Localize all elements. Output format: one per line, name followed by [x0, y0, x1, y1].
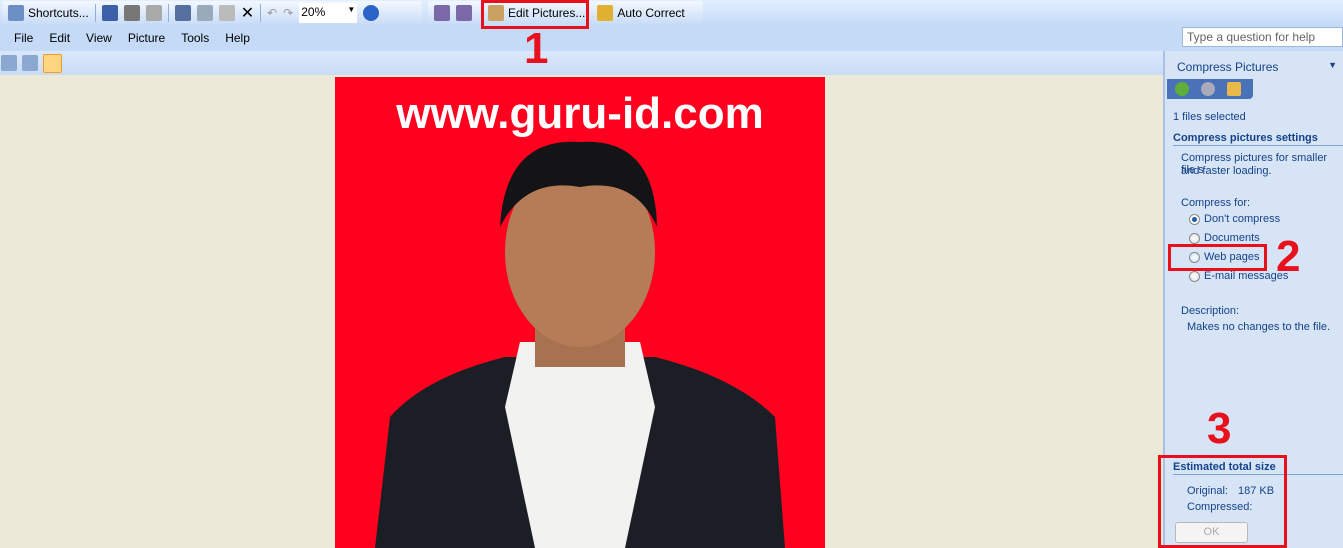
photo: www.guru-id.com — [335, 77, 825, 548]
paste-icon[interactable] — [218, 5, 235, 21]
pane-title: Compress Pictures — [1177, 60, 1279, 74]
filmstrip-view-icon[interactable] — [22, 55, 38, 71]
menu-view[interactable]: View — [78, 31, 120, 45]
rotate-left-icon[interactable] — [434, 5, 450, 21]
copy-icon[interactable] — [196, 5, 213, 21]
delete-icon[interactable]: ✕ — [241, 3, 254, 23]
annotation-1: 1 — [524, 24, 549, 73]
separator — [167, 4, 169, 22]
cut-icon[interactable] — [174, 5, 191, 21]
menu-picture[interactable]: Picture — [120, 31, 173, 45]
pane-menu-chevron-icon[interactable]: ▼ — [1328, 60, 1337, 70]
print-icon[interactable] — [123, 5, 140, 21]
zoom-select[interactable]: 20% ▼ — [299, 3, 358, 23]
home-icon[interactable] — [1227, 82, 1241, 96]
compress-for-label: Compress for: — [1181, 197, 1251, 209]
redo-icon[interactable]: ↷ — [283, 6, 293, 20]
radio-email[interactable] — [1189, 271, 1200, 282]
menu-help[interactable]: Help — [217, 31, 258, 45]
back-icon[interactable] — [1175, 82, 1189, 96]
menu-tools[interactable]: Tools — [173, 31, 217, 45]
description-text: Makes no changes to the file. — [1187, 321, 1331, 333]
chevron-down-icon: ▼ — [347, 5, 356, 14]
forward-icon[interactable] — [1201, 82, 1215, 96]
shortcuts-button[interactable]: Shortcuts... — [8, 5, 89, 21]
option-documents[interactable]: Documents — [1204, 232, 1260, 244]
pane-nav — [1167, 79, 1253, 99]
menu-file[interactable]: File — [6, 31, 41, 45]
picture-canvas: www.guru-id.com — [0, 75, 1163, 548]
person-portrait — [375, 141, 785, 548]
attach-icon[interactable] — [145, 5, 162, 21]
separator — [260, 4, 262, 22]
single-picture-view-icon[interactable] — [43, 54, 62, 73]
view-toolbar — [0, 51, 1163, 75]
radio-documents[interactable] — [1189, 233, 1200, 244]
help-icon[interactable] — [363, 5, 380, 21]
menu-bar: File Edit View Picture Tools Help — [0, 26, 1343, 51]
auto-correct-label: Auto Correct — [617, 6, 685, 20]
save-icon[interactable] — [101, 5, 118, 21]
auto-correct-button[interactable]: Auto Correct — [597, 5, 685, 21]
separator — [94, 4, 96, 22]
auto-correct-icon — [597, 5, 614, 21]
annotation-box-2 — [1168, 244, 1267, 271]
files-selected: 1 files selected — [1173, 111, 1246, 123]
zoom-value: 20% — [301, 5, 326, 19]
shortcuts-icon — [8, 5, 24, 21]
option-dont-compress[interactable]: Don't compress — [1204, 213, 1280, 225]
annotation-box-3 — [1158, 455, 1287, 548]
menu-edit[interactable]: Edit — [41, 31, 78, 45]
settings-desc-2: and faster loading. — [1181, 165, 1272, 177]
description-label: Description: — [1181, 305, 1240, 317]
rotate-right-icon[interactable] — [456, 5, 472, 21]
settings-header: Compress pictures settings — [1173, 132, 1343, 146]
undo-icon[interactable]: ↶ — [267, 6, 277, 20]
annotation-3: 3 — [1207, 404, 1232, 453]
toolbar: Shortcuts... ✕ ↶ ↷ 20% ▼ Edit Pictures...… — [0, 0, 1343, 26]
annotation-2: 2 — [1276, 232, 1301, 281]
radio-dont-compress[interactable] — [1189, 214, 1200, 225]
standard-toolbar: Shortcuts... ✕ ↶ ↷ 20% ▼ — [2, 1, 422, 25]
thumbnails-view-icon[interactable] — [1, 55, 17, 71]
shortcuts-label: Shortcuts... — [28, 6, 89, 20]
help-search-input[interactable]: Type a question for help — [1182, 27, 1343, 47]
